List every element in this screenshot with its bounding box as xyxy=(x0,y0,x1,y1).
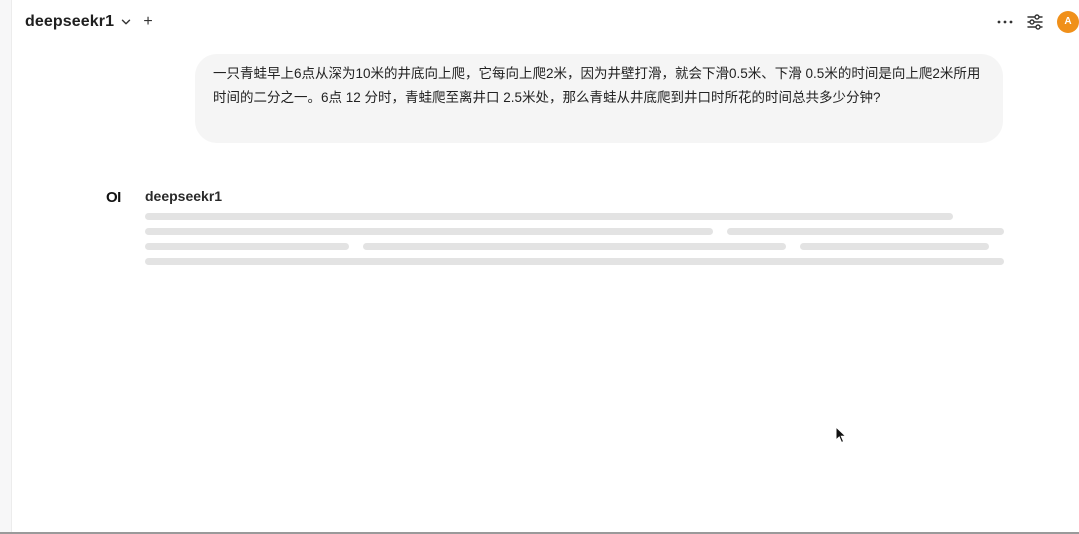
sidebar-edge xyxy=(0,0,12,534)
skeleton-line xyxy=(800,243,989,250)
user-message-text: 一只青蛙早上6点从深为10米的井底向上爬，它每向上爬2米，因为井壁打滑，就会下滑… xyxy=(213,66,981,105)
controls-sliders-icon[interactable] xyxy=(1025,10,1045,34)
skeleton-line xyxy=(145,213,953,220)
skeleton-line xyxy=(145,243,349,250)
new-chat-button[interactable]: + xyxy=(140,12,156,32)
model-selector[interactable]: deepseekr1 xyxy=(25,11,131,33)
mouse-pointer-icon xyxy=(835,426,847,444)
chevron-down-icon xyxy=(121,19,131,25)
skeleton-line xyxy=(145,258,1004,265)
assistant-logo: OI xyxy=(106,189,121,206)
user-message-bubble: 一只青蛙早上6点从深为10米的井底向上爬，它每向上爬2米，因为井壁打滑，就会下滑… xyxy=(195,54,1003,143)
assistant-name: deepseekr1 xyxy=(145,188,223,204)
model-name: deepseekr1 xyxy=(25,13,115,30)
response-loading-skeleton xyxy=(145,213,1004,267)
skeleton-line xyxy=(145,228,713,235)
chat-header: deepseekr1 + A xyxy=(11,0,1079,44)
more-options-icon[interactable] xyxy=(995,10,1015,34)
user-avatar[interactable]: A xyxy=(1057,11,1079,33)
skeleton-line xyxy=(727,228,1004,235)
skeleton-line xyxy=(363,243,786,250)
